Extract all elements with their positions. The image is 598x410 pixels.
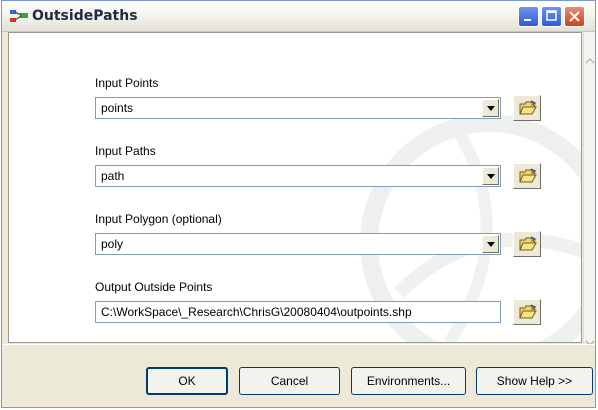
vertical-scrollbar[interactable] [583,32,595,347]
show-help-button[interactable]: Show Help >> [476,367,593,395]
minimize-button[interactable] [518,6,539,27]
window-title: OutsidePaths [32,8,138,24]
input-points-browse-button[interactable] [513,95,541,121]
input-paths-combobox[interactable]: path [95,165,501,187]
button-row-divider [2,344,595,345]
input-polygon-label: Input Polygon (optional) [95,212,222,226]
input-polygon-browse-button[interactable] [513,231,541,257]
parameters-panel: Input Points points Input Paths path Inp… [8,32,582,343]
title-bar[interactable]: OutsidePaths [2,1,595,32]
input-paths-value: path [101,169,125,183]
cancel-button[interactable]: Cancel [239,367,340,395]
minimize-icon [524,19,531,21]
output-points-label: Output Outside Points [95,280,213,294]
scroll-down-icon[interactable] [585,338,595,348]
open-folder-icon [519,236,537,251]
input-points-label: Input Points [95,76,159,90]
input-paths-browse-button[interactable] [513,163,541,189]
output-points-browse-button[interactable] [513,299,541,325]
input-points-combobox[interactable]: points [95,97,501,119]
dialog-window: OutsidePaths Input Points points Input P… [1,0,596,408]
close-button[interactable] [564,6,585,27]
input-points-value: points [101,101,134,115]
dropdown-arrow-icon[interactable] [482,99,499,117]
maximize-button[interactable] [541,6,562,27]
dropdown-arrow-icon[interactable] [482,167,499,185]
app-icon [10,10,28,22]
close-icon [569,11,580,22]
scroll-up-icon[interactable] [585,56,595,66]
open-folder-icon [519,304,537,319]
ok-button[interactable]: OK [146,367,228,395]
open-folder-icon [519,168,537,183]
input-polygon-combobox[interactable]: poly [95,233,501,255]
environments-button[interactable]: Environments... [351,367,466,395]
open-folder-icon [519,100,537,115]
input-paths-label: Input Paths [95,144,156,158]
maximize-icon [546,10,557,21]
input-polygon-value: poly [101,237,124,251]
output-points-value: C:\WorkSpace\_Research\ChrisG\20080404\o… [101,305,412,319]
output-points-field[interactable]: C:\WorkSpace\_Research\ChrisG\20080404\o… [95,301,501,323]
dropdown-arrow-icon[interactable] [482,235,499,253]
